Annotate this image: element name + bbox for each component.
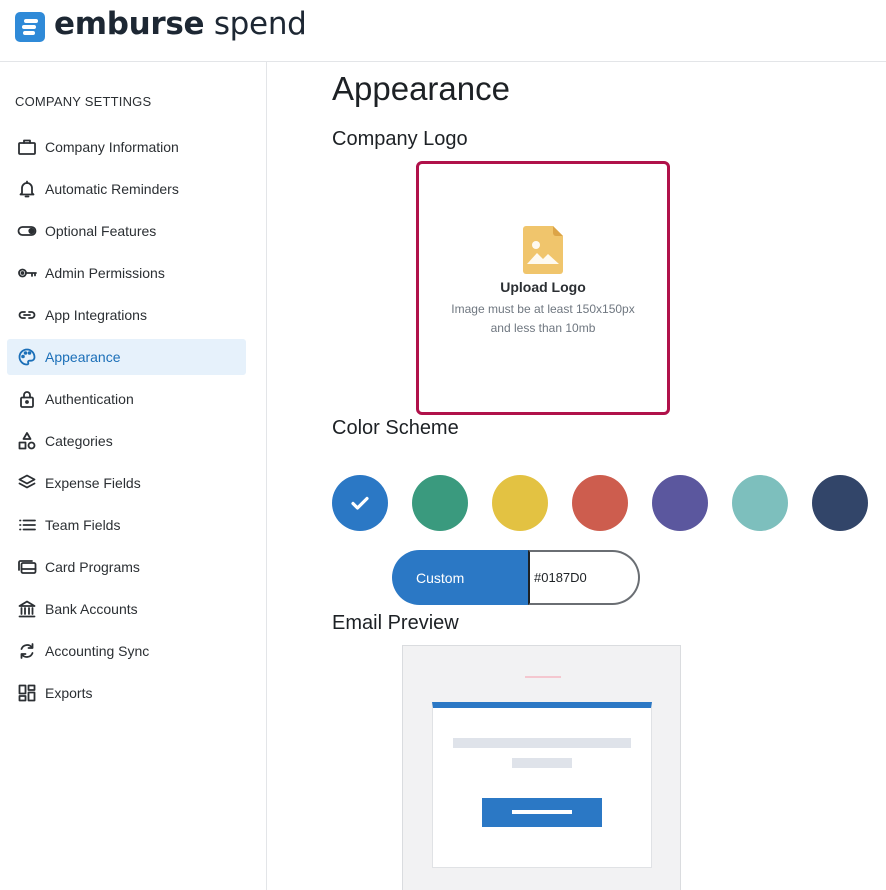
briefcase-icon bbox=[16, 136, 38, 158]
email-preview-text-placeholder bbox=[453, 738, 631, 748]
sidebar-item-label: Company Information bbox=[45, 139, 179, 155]
sidebar-item-authentication[interactable]: Authentication bbox=[7, 381, 246, 417]
sidebar-item-label: Accounting Sync bbox=[45, 643, 150, 659]
sidebar-item-admin-permissions[interactable]: Admin Permissions bbox=[7, 255, 246, 291]
color-scheme-heading: Color Scheme bbox=[332, 417, 459, 439]
layers-icon bbox=[16, 472, 38, 494]
toggle-icon bbox=[16, 220, 38, 242]
checkmark-icon bbox=[351, 496, 369, 510]
color-swatch-navy[interactable] bbox=[812, 475, 868, 531]
lock-icon bbox=[16, 388, 38, 410]
sidebar-item-label: App Integrations bbox=[45, 307, 147, 323]
brand-name-bold: emburse bbox=[54, 6, 205, 42]
sidebar-item-exports[interactable]: Exports bbox=[7, 675, 246, 711]
key-icon bbox=[16, 262, 38, 284]
sidebar-item-label: Bank Accounts bbox=[45, 601, 138, 617]
sidebar-item-optional-features[interactable]: Optional Features bbox=[7, 213, 246, 249]
email-preview-frame bbox=[402, 645, 681, 890]
sidebar-item-team-fields[interactable]: Team Fields bbox=[7, 507, 246, 543]
grid-icon bbox=[16, 682, 38, 704]
image-file-icon bbox=[523, 226, 563, 274]
page-title: Appearance bbox=[332, 70, 510, 107]
color-swatch-purple[interactable] bbox=[652, 475, 708, 531]
custom-color-hex-input[interactable] bbox=[528, 550, 640, 605]
settings-sidebar: COMPANY SETTINGS Company Information Aut… bbox=[0, 62, 267, 890]
sidebar-item-automatic-reminders[interactable]: Automatic Reminders bbox=[7, 171, 246, 207]
bank-icon bbox=[16, 598, 38, 620]
sidebar-item-categories[interactable]: Categories bbox=[7, 423, 246, 459]
email-preview-button bbox=[482, 798, 602, 827]
color-swatch-teal[interactable] bbox=[732, 475, 788, 531]
sidebar-item-label: Automatic Reminders bbox=[45, 181, 179, 197]
upload-logo-dropzone[interactable]: Upload Logo Image must be at least 150x1… bbox=[416, 161, 670, 415]
emburse-logo-icon[interactable] bbox=[15, 12, 45, 42]
bell-icon bbox=[16, 178, 38, 200]
palette-icon bbox=[16, 346, 38, 368]
sidebar-item-label: Admin Permissions bbox=[45, 265, 165, 281]
sidebar-item-company-information[interactable]: Company Information bbox=[7, 129, 246, 165]
sidebar-item-app-integrations[interactable]: App Integrations bbox=[7, 297, 246, 333]
link-icon bbox=[16, 304, 38, 326]
sidebar-item-label: Team Fields bbox=[45, 517, 121, 533]
sidebar-title: COMPANY SETTINGS bbox=[15, 94, 152, 109]
sidebar-item-bank-accounts[interactable]: Bank Accounts bbox=[7, 591, 246, 627]
shapes-icon bbox=[16, 430, 38, 452]
sidebar-item-expense-fields[interactable]: Expense Fields bbox=[7, 465, 246, 501]
upload-logo-title: Upload Logo bbox=[500, 279, 586, 295]
sidebar-item-label: Exports bbox=[45, 685, 93, 701]
email-preview-text-placeholder bbox=[512, 758, 572, 768]
sidebar-item-appearance[interactable]: Appearance bbox=[7, 339, 246, 375]
color-swatch-green[interactable] bbox=[412, 475, 468, 531]
upload-hint-line-1: Image must be at least 150x150px bbox=[451, 302, 635, 316]
color-swatch-blue[interactable] bbox=[332, 475, 388, 531]
email-preview-card bbox=[432, 702, 652, 868]
sidebar-item-label: Categories bbox=[45, 433, 113, 449]
email-preview-heading: Email Preview bbox=[332, 612, 459, 634]
sidebar-item-label: Appearance bbox=[45, 349, 121, 365]
sidebar-item-label: Card Programs bbox=[45, 559, 140, 575]
color-swatch-yellow[interactable] bbox=[492, 475, 548, 531]
custom-color-button[interactable]: Custom bbox=[392, 550, 530, 605]
upload-hint-line-2: and less than 10mb bbox=[490, 321, 596, 335]
company-logo-heading: Company Logo bbox=[332, 128, 468, 150]
sidebar-item-label: Expense Fields bbox=[45, 475, 141, 491]
brand-name-light: spend bbox=[204, 6, 307, 42]
sidebar-item-label: Authentication bbox=[45, 391, 134, 407]
sidebar-item-label: Optional Features bbox=[45, 223, 157, 239]
cards-icon bbox=[16, 556, 38, 578]
upload-logo-hint: Image must be at least 150x150px and les… bbox=[419, 300, 667, 338]
custom-color-control: Custom bbox=[392, 550, 640, 605]
sidebar-item-card-programs[interactable]: Card Programs bbox=[7, 549, 246, 585]
brand-name[interactable]: emburse spend bbox=[54, 6, 307, 42]
email-preview-logo-placeholder bbox=[525, 676, 561, 678]
color-swatch-red[interactable] bbox=[572, 475, 628, 531]
list-icon bbox=[16, 514, 38, 536]
app-header: emburse spend bbox=[0, 0, 886, 62]
sidebar-item-accounting-sync[interactable]: Accounting Sync bbox=[7, 633, 246, 669]
sync-icon bbox=[16, 640, 38, 662]
